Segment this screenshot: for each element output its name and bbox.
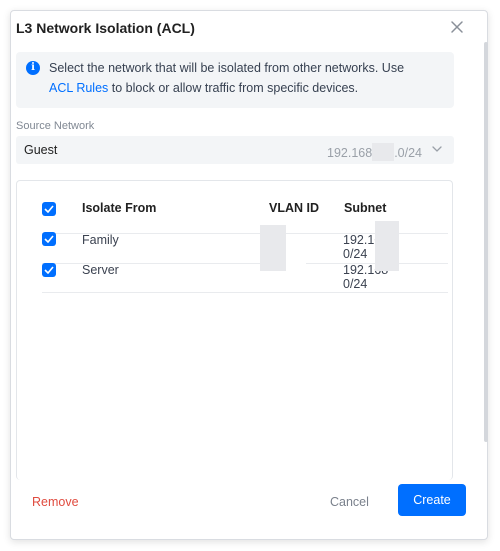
source-subnet-suffix: .0/24 [394, 146, 422, 160]
info-text: Select the network that will be isolated… [49, 59, 449, 98]
family-checkbox[interactable] [42, 232, 56, 246]
info-icon: i [26, 61, 40, 75]
source-subnet-prefix: 192.168 [327, 146, 373, 160]
source-network-select[interactable]: Guest 192.168 .0/24 [16, 136, 454, 164]
table-row[interactable]: Family 192.1680/24 [16, 224, 420, 261]
select-all-checkbox[interactable] [42, 202, 56, 216]
acl-rules-link[interactable]: ACL Rules [49, 81, 108, 95]
header-isolate-from: Isolate From [82, 201, 157, 215]
table-row[interactable]: Server 192.1680/24 [16, 254, 420, 291]
redacted-subnets [375, 221, 399, 271]
header-subnet: Subnet [344, 201, 387, 215]
server-checkbox[interactable] [42, 263, 56, 277]
close-icon [451, 21, 463, 33]
table-header: Isolate From VLAN ID Subnet [16, 195, 420, 223]
info-banner: i Select the network that will be isolat… [16, 52, 454, 108]
row-divider [42, 292, 448, 293]
chevron-down-icon [432, 146, 442, 152]
info-text-before: Select the network that will be isolated… [49, 61, 405, 75]
create-button[interactable]: Create [398, 484, 466, 516]
close-button[interactable] [448, 18, 466, 36]
source-network-label: Source Network [16, 120, 95, 132]
source-network-name: Guest [24, 143, 58, 157]
row-network-name: Server [82, 263, 119, 277]
source-network-subnet: 192.168 .0/24 [327, 143, 422, 161]
info-text-after: to block or allow traffic from specific … [108, 80, 359, 95]
header-vlan-id: VLAN ID [269, 201, 319, 215]
redacted-vlan-ids [260, 225, 286, 271]
dialog-title: L3 Network Isolation (ACL) [16, 20, 195, 36]
remove-button[interactable]: Remove [32, 495, 79, 509]
dialog-scrollbar[interactable] [484, 42, 488, 442]
row-subnet-suffix: 0/24 [343, 277, 368, 291]
row-network-name: Family [82, 233, 119, 247]
cancel-button[interactable]: Cancel [330, 495, 369, 509]
redacted-mask [372, 143, 395, 161]
